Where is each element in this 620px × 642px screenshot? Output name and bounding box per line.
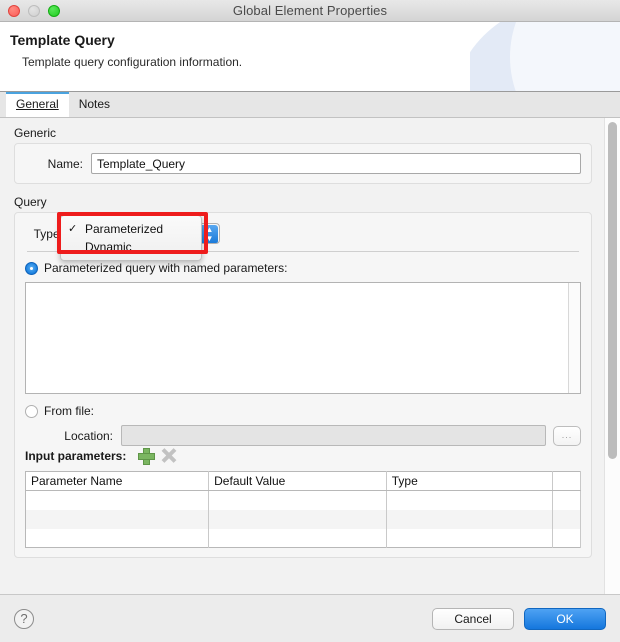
scrollbar-thumb[interactable]	[608, 122, 617, 459]
name-label: Name:	[47, 156, 83, 171]
scroll-content: Generic Name: Query Type: Parameterized …	[0, 118, 604, 594]
radio-from-file-row[interactable]: From file:	[25, 404, 581, 418]
checkmark-icon: ✓	[68, 223, 78, 235]
cell-extra[interactable]	[552, 509, 581, 529]
dialog-window: Global Element Properties Template Query…	[0, 0, 620, 642]
minimize-button[interactable]	[28, 4, 40, 17]
table-row[interactable]	[25, 528, 581, 548]
content-area: Generic Name: Query Type: Parameterized …	[0, 118, 620, 595]
query-textarea[interactable]	[25, 282, 581, 394]
maximize-button[interactable]	[48, 4, 60, 17]
cell-parameter-name[interactable]	[25, 528, 210, 548]
cell-type[interactable]	[386, 509, 554, 529]
cell-extra[interactable]	[552, 490, 581, 510]
tab-bar: General Notes	[0, 92, 620, 118]
tab-general-label: General	[16, 97, 59, 111]
title-bar: Global Element Properties	[0, 0, 620, 22]
table-row[interactable]	[25, 490, 581, 510]
cell-default-value[interactable]	[208, 509, 387, 529]
cell-parameter-name[interactable]	[25, 509, 210, 529]
cell-parameter-name[interactable]	[25, 490, 210, 510]
dropdown-item-parameterized-label: Parameterized	[85, 222, 164, 236]
cell-default-value[interactable]	[208, 528, 387, 548]
window-controls	[0, 4, 60, 17]
query-group: Type: Parameterized ▲▼ Parameterized que…	[14, 212, 592, 558]
browse-button[interactable]: ...	[553, 425, 581, 446]
tab-notes[interactable]: Notes	[69, 92, 120, 117]
table-header-row: Parameter Name Default Value Type	[25, 471, 581, 491]
radio-parameterized-label: Parameterized query with named parameter…	[44, 261, 288, 275]
dropdown-item-dynamic[interactable]: Dynamic	[61, 238, 201, 256]
dropdown-item-dynamic-label: Dynamic	[85, 240, 132, 254]
delete-x-icon	[161, 448, 176, 463]
input-parameters-label: Input parameters:	[25, 448, 127, 463]
dialog-header: Template Query Template query configurat…	[0, 22, 620, 92]
cancel-button[interactable]: Cancel	[432, 607, 514, 630]
parameters-table: Parameter Name Default Value Type	[25, 471, 581, 548]
radio-parameterized-row[interactable]: Parameterized query with named parameter…	[25, 261, 581, 275]
radio-from-file-label: From file:	[44, 404, 95, 418]
dropdown-item-parameterized[interactable]: ✓ Parameterized	[61, 220, 201, 238]
cell-type[interactable]	[386, 528, 554, 548]
location-label: Location:	[64, 428, 113, 443]
column-header-default-value[interactable]: Default Value	[208, 471, 387, 491]
radio-parameterized[interactable]	[25, 261, 38, 275]
query-group-label: Query	[14, 195, 47, 209]
radio-from-file[interactable]	[25, 404, 38, 418]
column-header-type[interactable]: Type	[386, 471, 554, 491]
table-row[interactable]	[25, 509, 581, 529]
page-subtitle: Template query configuration information…	[22, 55, 243, 69]
tab-notes-label: Notes	[78, 97, 111, 111]
query-textarea-scrollbar[interactable]	[568, 283, 580, 393]
type-label: Type:	[33, 227, 63, 241]
cell-default-value[interactable]	[208, 490, 387, 510]
help-icon[interactable]: ?	[14, 608, 34, 629]
cell-type[interactable]	[386, 490, 554, 510]
input-parameters-toolbar: Input parameters:	[25, 448, 581, 465]
ok-button[interactable]: OK	[524, 607, 606, 630]
column-header-parameter-name[interactable]: Parameter Name	[25, 471, 210, 491]
close-button[interactable]	[8, 4, 20, 17]
content-scrollbar[interactable]	[604, 118, 620, 594]
chevron-updown-icon: ▲ ▼	[201, 225, 218, 243]
cell-extra[interactable]	[552, 528, 581, 548]
generic-group-label: Generic	[14, 126, 57, 140]
name-input[interactable]	[91, 153, 581, 174]
column-header-extra[interactable]	[552, 471, 581, 491]
page-title: Template Query	[10, 32, 115, 48]
dialog-footer: ? Cancel OK	[0, 595, 620, 642]
name-row: Name:	[25, 153, 581, 174]
window-title: Global Element Properties	[232, 3, 388, 18]
generic-group: Name:	[14, 143, 592, 184]
type-dropdown-menu[interactable]: ✓ Parameterized Dynamic	[60, 215, 202, 261]
tab-general[interactable]: General	[6, 92, 69, 117]
plus-icon[interactable]	[138, 448, 156, 465]
location-row: Location: ...	[25, 425, 581, 446]
location-input[interactable]	[121, 425, 546, 446]
